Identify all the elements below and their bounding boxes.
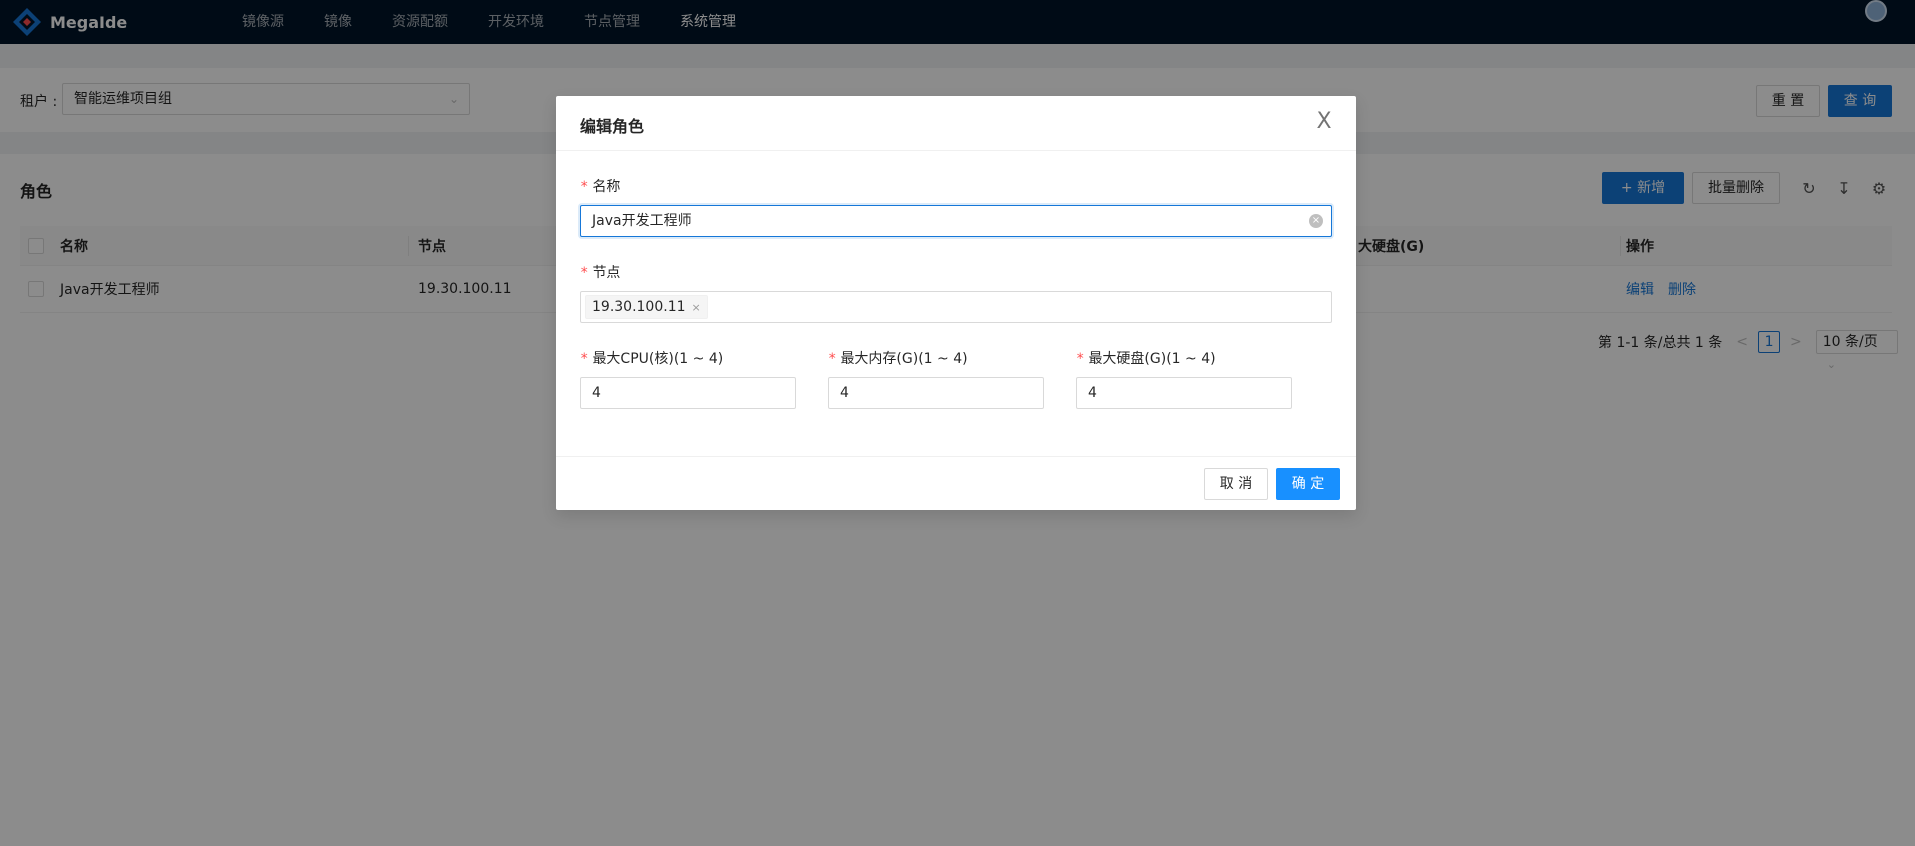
name-input-value: Java开发工程师 — [592, 213, 692, 229]
disk-label-text: 最大硬盘(G)(1 ~ 4) — [1088, 351, 1216, 367]
required-mark: * — [580, 179, 589, 195]
edit-role-modal: 编辑角色 X * 名称 Java开发工程师 × * 节点 19.30.100.11 ×… — [556, 96, 1356, 510]
cpu-label: * 最大CPU(核)(1 ~ 4) — [580, 348, 723, 368]
close-icon[interactable]: X — [1312, 108, 1336, 136]
clear-circle-icon[interactable]: × — [1309, 214, 1323, 228]
node-tag-label: 19.30.100.11 — [592, 299, 686, 315]
node-tag: 19.30.100.11 × — [585, 295, 708, 319]
memory-input[interactable]: 4 — [828, 377, 1044, 409]
name-input[interactable]: Java开发工程师 × — [580, 205, 1332, 237]
modal-footer: 取 消 确 定 — [556, 456, 1356, 510]
required-mark: * — [580, 351, 589, 367]
memory-label-text: 最大内存(G)(1 ~ 4) — [840, 351, 968, 367]
ok-button[interactable]: 确 定 — [1276, 468, 1340, 500]
cpu-label-text: 最大CPU(核)(1 ~ 4) — [592, 351, 724, 367]
disk-input[interactable]: 4 — [1076, 377, 1292, 409]
node-label-text: 节点 — [592, 265, 621, 281]
required-mark: * — [580, 265, 589, 281]
node-label: * 节点 — [580, 262, 620, 282]
node-select[interactable]: 19.30.100.11 × — [580, 291, 1332, 323]
tag-close-icon[interactable]: × — [692, 301, 701, 314]
memory-label: * 最大内存(G)(1 ~ 4) — [828, 348, 968, 368]
required-mark: * — [1076, 351, 1085, 367]
name-label-text: 名称 — [592, 179, 621, 195]
modal-title: 编辑角色 — [580, 117, 645, 136]
cpu-input[interactable]: 4 — [580, 377, 796, 409]
cancel-button[interactable]: 取 消 — [1204, 468, 1268, 500]
disk-label: * 最大硬盘(G)(1 ~ 4) — [1076, 348, 1216, 368]
required-mark: * — [828, 351, 837, 367]
name-label: * 名称 — [580, 176, 620, 196]
modal-header: 编辑角色 X — [556, 96, 1356, 151]
